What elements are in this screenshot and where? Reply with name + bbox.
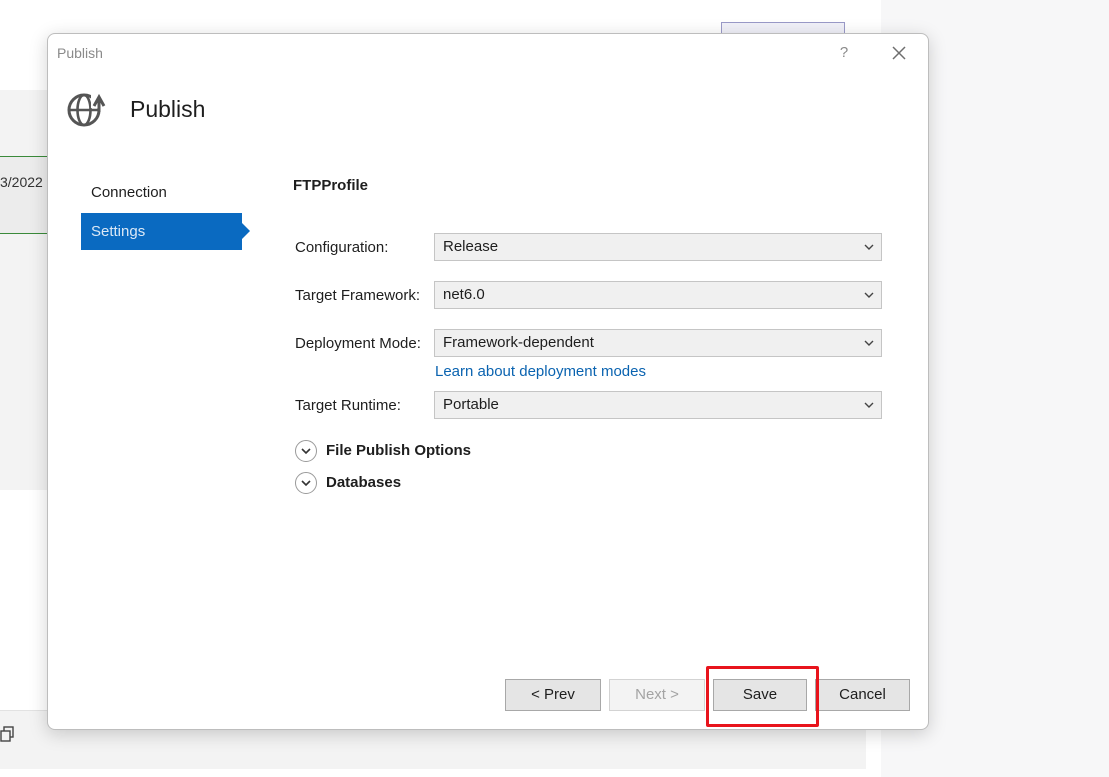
configuration-label: Configuration: (295, 239, 389, 256)
window-title: Publish (57, 45, 103, 61)
chevron-down-icon (864, 402, 874, 408)
copy-icon[interactable] (0, 726, 14, 747)
prev-button[interactable]: < Prev (505, 679, 601, 711)
cancel-button[interactable]: Cancel (815, 679, 910, 711)
configuration-select[interactable]: Release (434, 233, 882, 261)
dialog-header-title: Publish (130, 96, 206, 122)
publish-globe-icon (65, 88, 107, 130)
save-highlight-box (706, 666, 819, 727)
target-framework-select[interactable]: net6.0 (434, 281, 882, 309)
chevron-down-icon (864, 340, 874, 346)
nav-item-settings[interactable]: Settings (81, 213, 250, 250)
target-runtime-value: Portable (443, 396, 499, 413)
configuration-value: Release (443, 238, 499, 255)
nav-item-connection[interactable]: Connection (81, 174, 242, 211)
publish-dialog: Publish ? Publish Connection Settings FT… (47, 33, 929, 730)
target-framework-label: Target Framework: (295, 287, 421, 304)
databases-label: Databases (326, 474, 402, 491)
close-button[interactable] (887, 42, 911, 64)
deployment-modes-link[interactable]: Learn about deployment modes (435, 363, 646, 380)
deployment-mode-select[interactable]: Framework-dependent (434, 329, 882, 357)
background-card (0, 156, 52, 234)
deployment-mode-value: Framework-dependent (443, 334, 594, 351)
nav-item-settings-label: Settings (91, 223, 146, 240)
expand-chevron-icon (295, 472, 317, 494)
deployment-mode-label: Deployment Mode: (295, 335, 421, 352)
expand-chevron-icon (295, 440, 317, 462)
background-panel (0, 90, 50, 490)
chevron-down-icon (864, 244, 874, 250)
profile-name: FTPProfile (293, 177, 369, 194)
selection-arrow-icon (242, 223, 250, 239)
target-framework-value: net6.0 (443, 286, 485, 303)
target-runtime-select[interactable]: Portable (434, 391, 882, 419)
target-runtime-label: Target Runtime: (295, 397, 401, 414)
help-button[interactable]: ? (833, 42, 855, 64)
close-icon (892, 46, 906, 60)
chevron-down-icon (864, 292, 874, 298)
file-publish-options-label: File Publish Options (326, 442, 472, 459)
next-button[interactable]: Next > (609, 679, 705, 711)
